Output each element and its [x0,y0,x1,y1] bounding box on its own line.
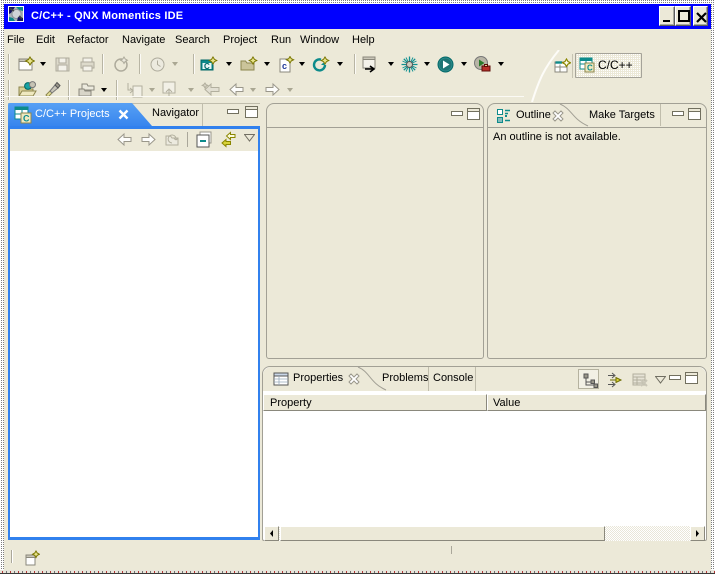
svg-text:C: C [23,114,30,124]
svg-text:C: C [204,62,210,71]
svg-text:C: C [587,64,593,73]
svg-text:c: c [282,61,287,71]
